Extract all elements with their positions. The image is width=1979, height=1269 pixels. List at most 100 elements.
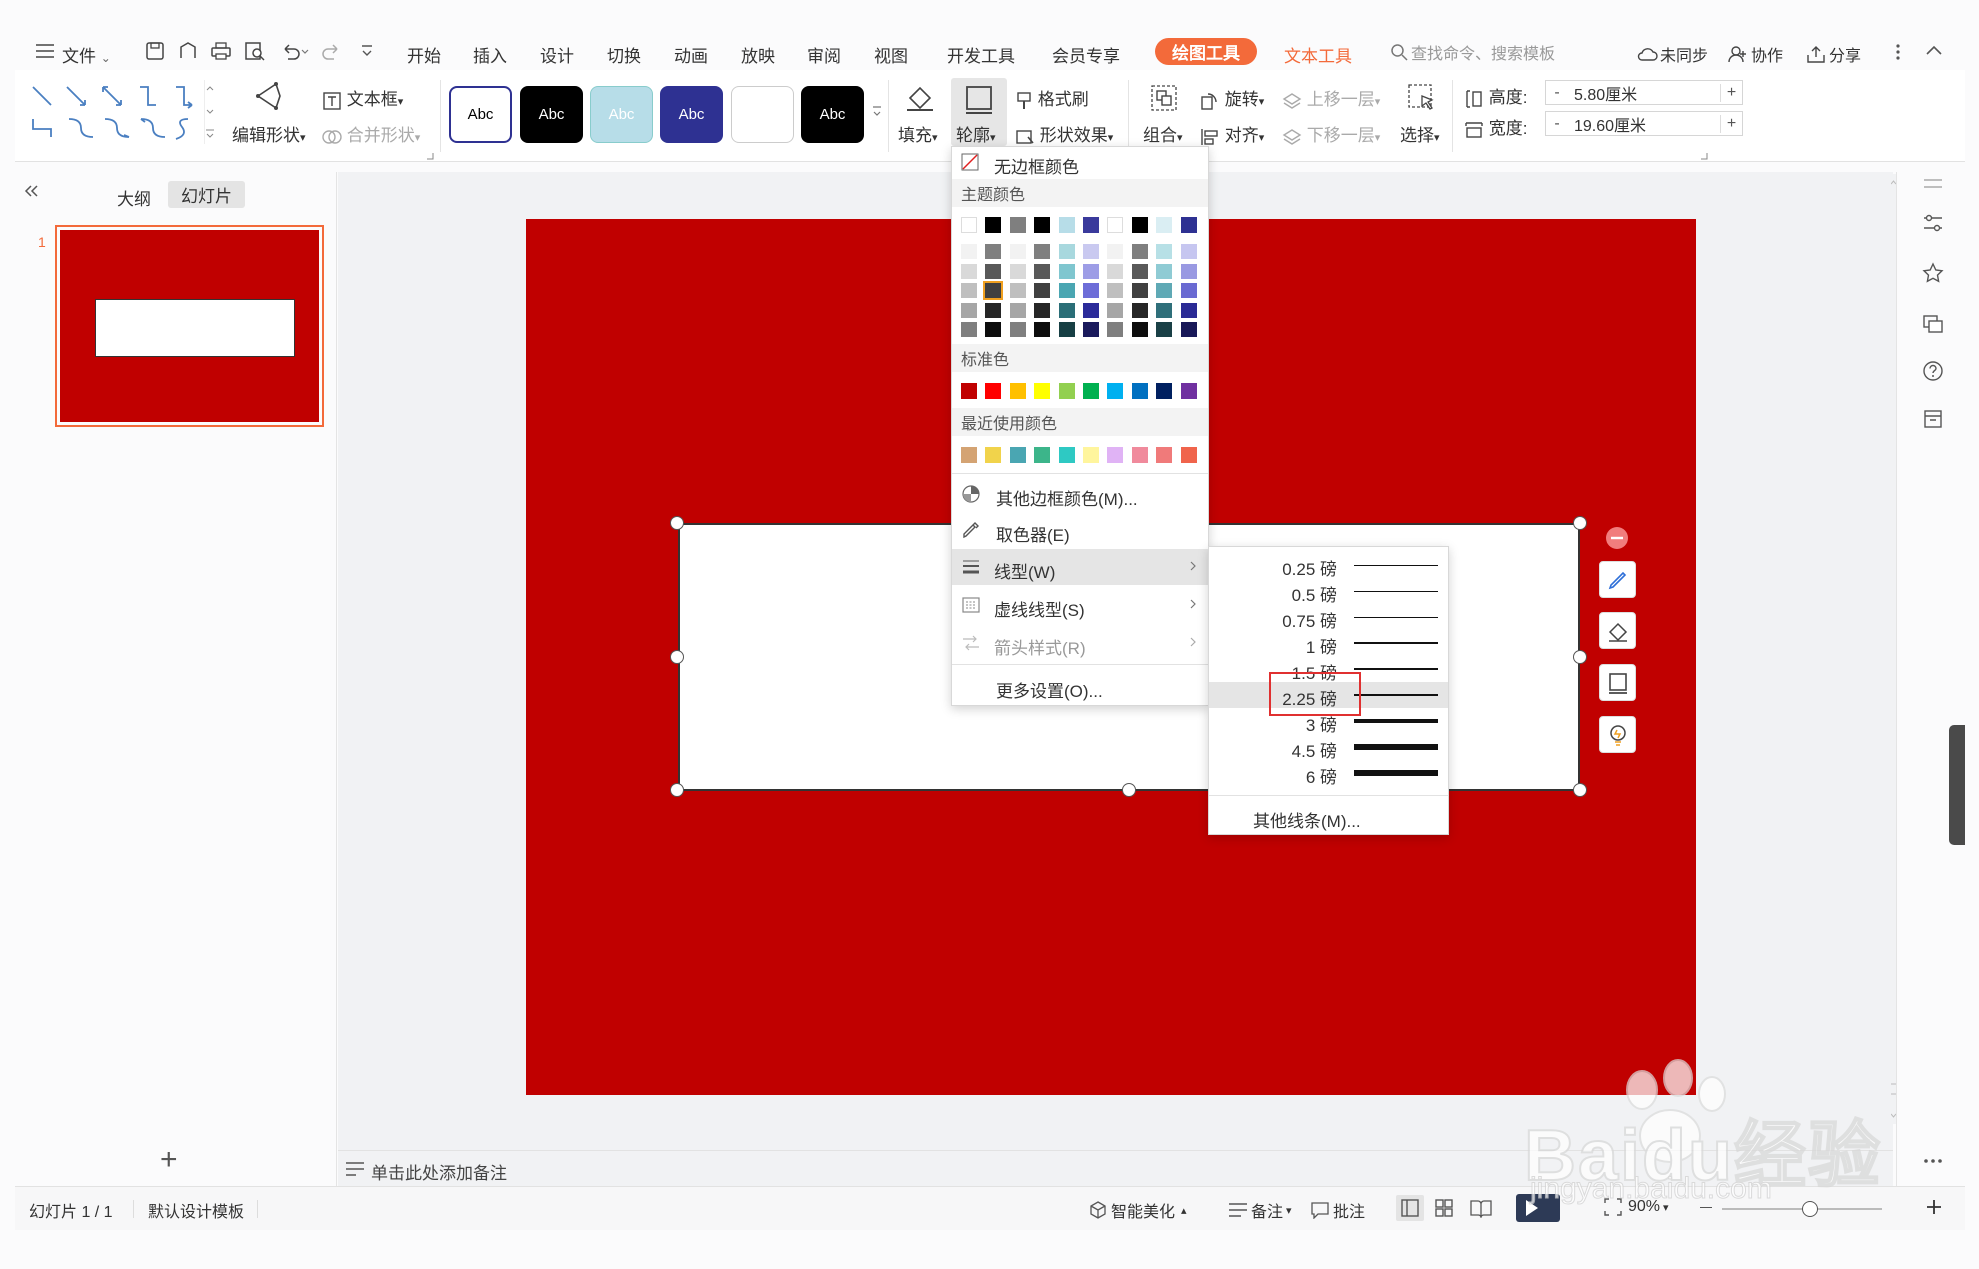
- standard-color-swatch[interactable]: [961, 383, 977, 399]
- shape-style-2[interactable]: Abc: [520, 86, 583, 143]
- add-slide-button[interactable]: +: [160, 1145, 178, 1175]
- standard-color-swatch[interactable]: [1131, 383, 1148, 399]
- recent-color-swatch[interactable]: [1180, 447, 1197, 463]
- search-box[interactable]: 查找命令、搜索模板: [1390, 40, 1600, 64]
- theme-color-swatch[interactable]: [1156, 322, 1173, 337]
- resize-handle-top-left[interactable]: [670, 516, 684, 530]
- theme-color-swatch[interactable]: [1009, 263, 1026, 279]
- collab-button[interactable]: 协作: [1728, 42, 1783, 66]
- resize-handle-top-right[interactable]: [1573, 516, 1587, 530]
- collapse-pane-icon[interactable]: [23, 184, 39, 198]
- sidebar-help-icon[interactable]: [1922, 360, 1944, 382]
- theme-color-swatch[interactable]: [961, 302, 977, 318]
- format-painter-button[interactable]: 格式刷: [1015, 85, 1089, 111]
- theme-color-swatch-selected[interactable]: [983, 281, 1004, 300]
- hamburger-icon[interactable]: [36, 44, 54, 58]
- bring-forward-button[interactable]: 上移一层▾: [1282, 85, 1380, 111]
- theme-color-swatch[interactable]: [1058, 302, 1075, 318]
- line-weight-option[interactable]: 0.5 磅: [1209, 578, 1448, 605]
- theme-color-swatch[interactable]: [1034, 217, 1051, 233]
- rotate-button[interactable]: 旋转▾: [1200, 85, 1264, 111]
- slide-thumbnail-1[interactable]: [55, 225, 324, 427]
- theme-color-swatch[interactable]: [1009, 322, 1026, 337]
- theme-color-swatch[interactable]: [985, 302, 1002, 318]
- theme-color-swatch[interactable]: [961, 217, 977, 233]
- standard-color-swatch[interactable]: [1156, 383, 1173, 399]
- width-field[interactable]: - 19.60厘米 +: [1545, 111, 1743, 136]
- group-button[interactable]: 组合▾: [1143, 121, 1183, 146]
- theme-color-swatch[interactable]: [1107, 244, 1124, 259]
- sidebar-more-icon[interactable]: [1922, 1150, 1944, 1172]
- smart-beautify-button[interactable]: 智能美化 ▴: [1088, 1198, 1187, 1222]
- standard-color-swatch[interactable]: [1009, 383, 1026, 399]
- theme-color-swatch[interactable]: [1131, 302, 1148, 318]
- theme-color-swatch[interactable]: [1083, 283, 1099, 298]
- theme-color-swatch[interactable]: [1034, 322, 1051, 337]
- theme-color-swatch[interactable]: [985, 217, 1002, 233]
- theme-color-swatch[interactable]: [1156, 217, 1173, 233]
- redo-icon[interactable]: [322, 41, 342, 61]
- menu-item-more-border-colors[interactable]: 其他边框颜色(M)...: [952, 477, 1208, 509]
- theme-color-swatch[interactable]: [961, 244, 977, 259]
- tab-slideshow[interactable]: 放映: [741, 42, 775, 67]
- tab-insert[interactable]: 插入: [473, 42, 507, 67]
- save-icon[interactable]: [145, 41, 165, 61]
- standard-color-swatch[interactable]: [1180, 383, 1197, 399]
- zoom-slider[interactable]: [1722, 1201, 1882, 1217]
- theme-color-swatch[interactable]: [1180, 283, 1197, 298]
- theme-color-swatch[interactable]: [1083, 263, 1099, 279]
- shape-style-6[interactable]: Abc: [801, 86, 864, 143]
- dialog-launcher-icon[interactable]: [426, 152, 434, 160]
- theme-color-swatch[interactable]: [1083, 322, 1099, 337]
- theme-color-swatch[interactable]: [961, 283, 977, 298]
- width-increment[interactable]: +: [1720, 114, 1742, 133]
- resize-handle-left[interactable]: [670, 650, 684, 664]
- theme-color-swatch[interactable]: [1058, 263, 1075, 279]
- sidebar-properties-icon[interactable]: [1922, 212, 1944, 234]
- tab-developer[interactable]: 开发工具: [947, 42, 1015, 67]
- theme-color-swatch[interactable]: [1156, 302, 1173, 318]
- shape-gallery-scroll[interactable]: [204, 80, 214, 144]
- theme-color-swatch[interactable]: [1083, 244, 1099, 259]
- merge-shape-button[interactable]: 合并形状▾: [322, 121, 420, 147]
- tab-drawing-tools[interactable]: 绘图工具: [1155, 38, 1257, 65]
- resize-handle-bottom[interactable]: [1122, 783, 1136, 797]
- theme-color-swatch[interactable]: [1180, 244, 1197, 259]
- theme-color-swatch[interactable]: [961, 263, 977, 279]
- resize-handle-right[interactable]: [1573, 650, 1587, 664]
- float-style-button[interactable]: [1599, 561, 1636, 598]
- width-decrement[interactable]: -: [1546, 115, 1568, 133]
- sidebar-backup-icon[interactable]: [1922, 408, 1944, 430]
- tab-member[interactable]: 会员专享: [1052, 42, 1120, 67]
- theme-color-swatch[interactable]: [1107, 217, 1124, 233]
- theme-color-swatch[interactable]: [1107, 283, 1124, 298]
- print-icon[interactable]: [210, 41, 232, 61]
- align-button[interactable]: 对齐▾: [1200, 121, 1264, 147]
- tab-outline[interactable]: 大纲: [117, 185, 151, 210]
- notes-toggle-button[interactable]: 备注 ▾: [1228, 1198, 1292, 1222]
- theme-color-swatch[interactable]: [1058, 217, 1075, 233]
- theme-color-swatch[interactable]: [1009, 244, 1026, 259]
- theme-color-swatch[interactable]: [1009, 217, 1026, 233]
- theme-color-swatch[interactable]: [1180, 302, 1197, 318]
- comments-button[interactable]: 批注: [1310, 1198, 1365, 1222]
- side-scroll-tab[interactable]: [1949, 725, 1965, 845]
- dialog-launcher-icon[interactable]: [1700, 152, 1708, 160]
- theme-color-swatch[interactable]: [1131, 244, 1148, 259]
- theme-color-swatch[interactable]: [1083, 302, 1099, 318]
- theme-color-swatch[interactable]: [1034, 244, 1051, 259]
- shape-style-1[interactable]: Abc: [449, 86, 512, 143]
- theme-color-swatch[interactable]: [1180, 322, 1197, 337]
- style-gallery-more-icon[interactable]: [872, 104, 882, 118]
- theme-color-swatch[interactable]: [1083, 217, 1099, 233]
- template-name[interactable]: 默认设计模板: [148, 1198, 244, 1222]
- select-button[interactable]: 选择▾: [1400, 121, 1440, 146]
- line-weight-option[interactable]: 0.25 磅: [1209, 552, 1448, 579]
- line-weight-option[interactable]: 0.75 磅: [1209, 604, 1448, 631]
- sidebar-menu-icon[interactable]: [1922, 173, 1944, 195]
- sidebar-animation-icon[interactable]: [1922, 262, 1944, 284]
- shape-style-3[interactable]: Abc: [590, 86, 653, 143]
- theme-color-swatch[interactable]: [1156, 263, 1173, 279]
- menu-item-more-settings[interactable]: 更多设置(O)...: [952, 668, 1208, 704]
- export-icon[interactable]: [178, 41, 198, 61]
